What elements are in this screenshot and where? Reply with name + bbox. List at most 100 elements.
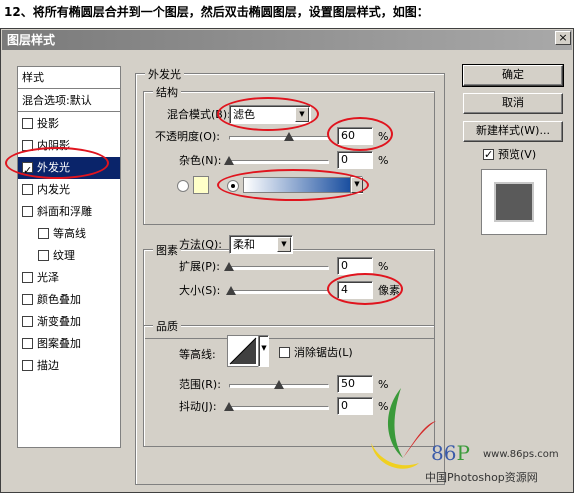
- spread-input[interactable]: 0: [337, 257, 373, 275]
- blend-options-item[interactable]: 混合选项:默认: [18, 90, 120, 112]
- sidebar-item[interactable]: 光泽: [18, 267, 120, 289]
- noise-slider-thumb[interactable]: [224, 156, 234, 165]
- effect-checkbox[interactable]: [22, 184, 33, 195]
- sidebar-item[interactable]: 纹理: [18, 245, 120, 267]
- blend-mode-label: 混合模式(B):: [167, 108, 231, 121]
- effect-checkbox[interactable]: [22, 160, 33, 182]
- size-slider-thumb[interactable]: [226, 286, 236, 295]
- blend-mode-select[interactable]: 滤色 ▼: [229, 105, 311, 124]
- layer-style-dialog: 图层样式 × 样式 混合选项:默认 投影内阴影外发光内发光斜面和浮雕等高线纹理光…: [0, 28, 574, 493]
- opacity-label: 不透明度(O):: [155, 130, 220, 143]
- noise-slider[interactable]: [224, 156, 329, 167]
- method-value: 柔和: [233, 238, 255, 251]
- effect-checkbox[interactable]: [22, 294, 33, 305]
- spread-slider[interactable]: [224, 262, 329, 273]
- sidebar-item-label: 投影: [37, 117, 59, 130]
- effect-checkbox[interactable]: [22, 316, 33, 327]
- effect-checkbox[interactable]: [22, 206, 33, 217]
- dialog-title: 图层样式: [7, 33, 56, 47]
- range-label: 范围(R):: [179, 378, 221, 391]
- preview-label: 预览(V): [498, 148, 537, 161]
- styles-header[interactable]: 样式: [18, 67, 120, 89]
- chevron-down-icon: ▼: [295, 107, 309, 122]
- new-style-button[interactable]: 新建样式(W)...: [463, 121, 563, 142]
- close-button[interactable]: ×: [555, 31, 571, 45]
- sidebar-item[interactable]: 图案叠加: [18, 333, 120, 355]
- opacity-slider[interactable]: [229, 132, 329, 143]
- sidebar-item[interactable]: 颜色叠加: [18, 289, 120, 311]
- style-preview: [481, 169, 547, 235]
- leaf-logo-icon: [371, 388, 436, 469]
- sidebar-item[interactable]: 描边: [18, 355, 120, 377]
- anti-alias-checkbox[interactable]: 消除锯齿(L): [279, 345, 353, 361]
- sidebar-item-label: 图案叠加: [37, 337, 81, 350]
- quality-title: 品质: [153, 318, 181, 334]
- sidebar-item-label: 内发光: [37, 183, 70, 196]
- size-input[interactable]: 4: [337, 281, 373, 299]
- contour-curve-icon: [229, 337, 257, 365]
- noise-label: 杂色(N):: [179, 154, 222, 167]
- opacity-slider-track: [229, 136, 329, 140]
- effect-checkbox[interactable]: [22, 272, 33, 283]
- chevron-down-icon: ▼: [277, 237, 291, 252]
- range-slider[interactable]: [229, 380, 329, 391]
- noise-slider-track: [229, 160, 329, 164]
- effect-checkbox[interactable]: [38, 228, 49, 239]
- sidebar-item[interactable]: 内阴影: [18, 135, 120, 157]
- preview-checkbox[interactable]: 预览(V): [483, 147, 536, 163]
- sidebar-item[interactable]: 投影: [18, 113, 120, 135]
- sidebar-item[interactable]: 内发光: [18, 179, 120, 201]
- size-unit: 像素: [378, 284, 400, 297]
- glow-color-swatch[interactable]: [193, 176, 209, 194]
- effect-checkbox[interactable]: [22, 338, 33, 349]
- ok-button[interactable]: 确定: [462, 64, 564, 87]
- size-slider[interactable]: [226, 286, 329, 297]
- dialog-titlebar: 图层样式: [2, 30, 572, 50]
- jitter-slider-track: [229, 406, 329, 410]
- brand-number: 86: [431, 441, 457, 465]
- preview-swatch: [496, 184, 532, 220]
- sidebar-item-label: 渐变叠加: [37, 315, 81, 328]
- glow-gradient-picker[interactable]: [243, 177, 351, 193]
- styles-list: 样式 混合选项:默认 投影内阴影外发光内发光斜面和浮雕等高线纹理光泽颜色叠加渐变…: [17, 66, 121, 448]
- sidebar-item[interactable]: 外发光: [18, 157, 120, 182]
- sidebar-item[interactable]: 斜面和浮雕: [18, 201, 120, 223]
- cancel-button[interactable]: 取消: [463, 93, 563, 114]
- spread-slider-thumb[interactable]: [224, 262, 234, 271]
- noise-unit: %: [378, 154, 389, 167]
- effect-checkbox[interactable]: [22, 118, 33, 129]
- close-icon: ×: [558, 31, 568, 44]
- solid-color-radio[interactable]: [177, 180, 189, 192]
- contour-dropdown[interactable]: ▼: [258, 335, 269, 367]
- jitter-slider[interactable]: [224, 402, 329, 413]
- elements-title: 图素: [153, 242, 181, 258]
- blend-mode-value: 滤色: [233, 108, 255, 121]
- opacity-unit: %: [378, 130, 389, 143]
- contour-label: 等高线:: [179, 348, 216, 361]
- effect-checkbox[interactable]: [22, 140, 33, 151]
- anti-alias-label: 消除锯齿(L): [294, 346, 353, 359]
- effect-checkbox[interactable]: [38, 250, 49, 261]
- brand-letter: P: [456, 441, 470, 465]
- noise-input[interactable]: 0: [337, 151, 373, 169]
- jitter-slider-thumb[interactable]: [224, 402, 234, 411]
- spread-label: 扩展(P):: [179, 260, 220, 273]
- effect-checkbox[interactable]: [22, 360, 33, 371]
- sidebar-item-label: 斜面和浮雕: [37, 205, 92, 218]
- contour-picker[interactable]: [227, 335, 259, 367]
- spread-slider-track: [229, 266, 329, 270]
- opacity-input[interactable]: 60: [337, 127, 373, 145]
- gradient-radio[interactable]: [227, 180, 239, 192]
- site-logo: [361, 383, 441, 473]
- sidebar-item-label: 描边: [37, 359, 59, 372]
- gradient-dropdown[interactable]: ▼: [350, 176, 363, 194]
- opacity-slider-thumb[interactable]: [284, 132, 294, 141]
- range-slider-thumb[interactable]: [274, 380, 284, 389]
- anti-alias-check-box[interactable]: [279, 347, 290, 358]
- method-select[interactable]: 柔和 ▼: [229, 235, 293, 254]
- sidebar-item[interactable]: 渐变叠加: [18, 311, 120, 333]
- sidebar-item[interactable]: 等高线: [18, 223, 120, 245]
- tutorial-caption: 12、将所有椭圆层合并到一个图层，然后双击椭圆图层，设置图层样式，如图：: [4, 5, 429, 19]
- preview-check-box[interactable]: [483, 147, 494, 163]
- sidebar-item-label: 纹理: [53, 249, 75, 262]
